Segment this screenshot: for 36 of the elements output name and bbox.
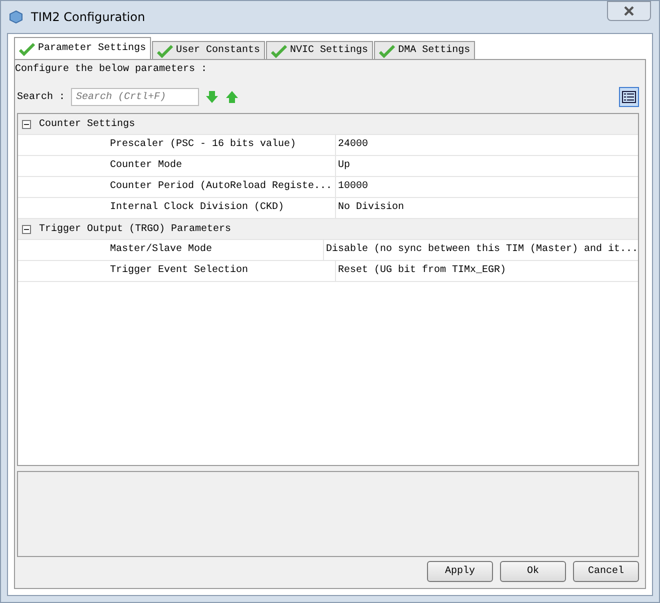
list-icon xyxy=(622,91,636,103)
search-field[interactable]: Search (Crtl+F) xyxy=(71,88,200,106)
close-icon xyxy=(623,6,635,16)
parameter-name: Counter Mode xyxy=(18,156,336,176)
checkmark-icon xyxy=(19,42,35,56)
parameter-value[interactable]: 10000 xyxy=(336,177,638,197)
parameter-name: Internal Clock Division (CKD) xyxy=(18,198,336,218)
parameter-name: Trigger Event Selection xyxy=(18,261,336,281)
instruction-text: Configure the below parameters : xyxy=(15,64,208,75)
close-button[interactable] xyxy=(607,1,651,21)
parameter-value[interactable]: No Division xyxy=(336,198,638,218)
tab[interactable]: DMA Settings xyxy=(374,41,476,59)
group-header[interactable]: Trigger Output (TRGO) Parameters xyxy=(39,224,232,234)
parameter-name: Master/Slave Mode xyxy=(18,240,324,260)
cube-icon xyxy=(9,10,23,24)
window-title: TIM2 Configuration xyxy=(31,10,146,24)
tab[interactable]: NVIC Settings xyxy=(266,41,374,59)
collapse-icon[interactable] xyxy=(22,224,31,234)
parameter-value[interactable]: Disable (no sync between this TIM (Master) and it... xyxy=(324,240,638,260)
dialog-button[interactable]: Cancel xyxy=(573,561,639,582)
tab[interactable]: User Constants xyxy=(152,41,266,59)
parameter-name: Counter Period (AutoReload Registe... xyxy=(18,177,336,197)
parameter-value[interactable]: Reset (UG bit from TIMx_EGR) xyxy=(336,261,638,281)
parameter-value[interactable]: Up xyxy=(336,156,638,176)
list-view-button[interactable] xyxy=(619,87,639,107)
group-header[interactable]: Counter Settings xyxy=(39,118,136,130)
tab[interactable]: Parameter Settings xyxy=(14,37,152,59)
dialog-button[interactable]: Ok xyxy=(500,561,566,582)
search-label: Search : xyxy=(17,92,66,102)
parameter-value[interactable]: 24000 xyxy=(336,135,638,155)
parameter-name: Prescaler (PSC - 16 bits value) xyxy=(18,135,336,155)
checkmark-icon xyxy=(379,44,396,58)
dialog-button[interactable]: Apply xyxy=(427,561,493,582)
checkmark-icon xyxy=(271,44,288,58)
collapse-icon[interactable] xyxy=(22,120,31,128)
checkmark-icon xyxy=(157,44,174,58)
